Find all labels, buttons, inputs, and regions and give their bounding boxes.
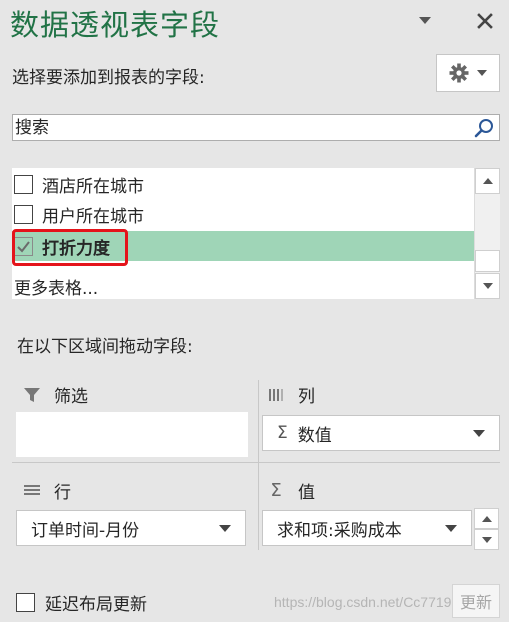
close-icon bbox=[477, 13, 493, 29]
field-list: 酒店所在城市 用户所在城市 打折力度 更多表格... bbox=[12, 168, 500, 299]
columns-label: 列 bbox=[298, 387, 315, 407]
values-area-header: Σ 值 bbox=[266, 478, 315, 503]
sigma-icon: Σ bbox=[277, 423, 288, 443]
columns-icon bbox=[266, 385, 286, 405]
field-list-scrollbar[interactable] bbox=[474, 168, 500, 299]
gear-icon bbox=[449, 63, 469, 83]
scroll-down-button[interactable] bbox=[475, 273, 500, 299]
scroll-down-button[interactable] bbox=[474, 529, 499, 550]
highlight-box bbox=[12, 229, 128, 266]
watermark: https://blog.csdn.net/Cc7719 bbox=[274, 594, 452, 610]
panel-options-dropdown[interactable] bbox=[414, 10, 436, 32]
field-label: 酒店所在城市 bbox=[42, 176, 144, 197]
column-field-label: 数值 bbox=[297, 425, 332, 446]
chevron-down-icon bbox=[481, 536, 492, 543]
chevron-up-icon bbox=[482, 178, 493, 184]
values-label: 值 bbox=[298, 483, 315, 503]
field-checkbox[interactable] bbox=[14, 174, 33, 194]
scroll-up-button[interactable] bbox=[475, 168, 500, 194]
chevron-down-icon[interactable] bbox=[445, 525, 457, 532]
choose-fields-label: 选择要添加到报表的字段: bbox=[12, 68, 205, 88]
update-button[interactable]: 更新 bbox=[452, 584, 500, 618]
panel-title: 数据透视表字段 bbox=[10, 8, 221, 42]
value-field-label: 求和项:采购成本 bbox=[277, 520, 402, 541]
search-input[interactable] bbox=[15, 115, 470, 140]
filters-area-header: 筛选 bbox=[22, 382, 88, 407]
search-box bbox=[12, 114, 500, 141]
rows-icon bbox=[22, 481, 42, 501]
drag-areas-label: 在以下区域间拖动字段: bbox=[17, 337, 193, 357]
close-button[interactable] bbox=[472, 8, 498, 34]
field-label: 用户所在城市 bbox=[42, 206, 144, 227]
chevron-up-icon bbox=[481, 515, 492, 522]
defer-checkbox[interactable] bbox=[16, 593, 35, 612]
dropdown-icon bbox=[477, 70, 487, 76]
tools-button[interactable] bbox=[436, 54, 500, 92]
dropdown-icon bbox=[419, 17, 431, 24]
columns-area-header: 列 bbox=[266, 382, 315, 407]
rows-label: 行 bbox=[54, 483, 71, 503]
defer-label: 延迟布局更新 bbox=[45, 595, 147, 615]
chevron-down-icon[interactable] bbox=[219, 525, 231, 532]
chevron-down-icon[interactable] bbox=[473, 430, 485, 437]
area-divider-vertical bbox=[258, 380, 259, 550]
filters-label: 筛选 bbox=[54, 387, 88, 407]
area-divider-horizontal bbox=[12, 462, 500, 463]
rows-area-header: 行 bbox=[22, 478, 71, 503]
column-field-pill[interactable]: Σ 数值 bbox=[262, 415, 500, 451]
row-field-label: 订单时间-月份 bbox=[31, 520, 140, 541]
values-scrollbar[interactable] bbox=[474, 508, 499, 550]
field-item[interactable]: 用户所在城市 bbox=[12, 199, 474, 229]
row-field-pill[interactable]: 订单时间-月份 bbox=[16, 510, 246, 546]
value-field-pill[interactable]: 求和项:采购成本 bbox=[262, 510, 472, 546]
search-icon[interactable] bbox=[473, 117, 495, 139]
scroll-up-button[interactable] bbox=[474, 508, 499, 529]
scroll-thumb[interactable] bbox=[475, 250, 500, 272]
sigma-icon: Σ bbox=[270, 480, 282, 501]
chevron-down-icon bbox=[482, 283, 493, 289]
defer-layout-update[interactable]: 延迟布局更新 bbox=[16, 590, 147, 615]
more-tables-link[interactable]: 更多表格... bbox=[14, 274, 98, 299]
filter-icon bbox=[22, 385, 42, 405]
filters-drop-zone[interactable] bbox=[16, 412, 248, 457]
field-item[interactable]: 酒店所在城市 bbox=[12, 169, 474, 199]
field-checkbox[interactable] bbox=[14, 204, 33, 224]
